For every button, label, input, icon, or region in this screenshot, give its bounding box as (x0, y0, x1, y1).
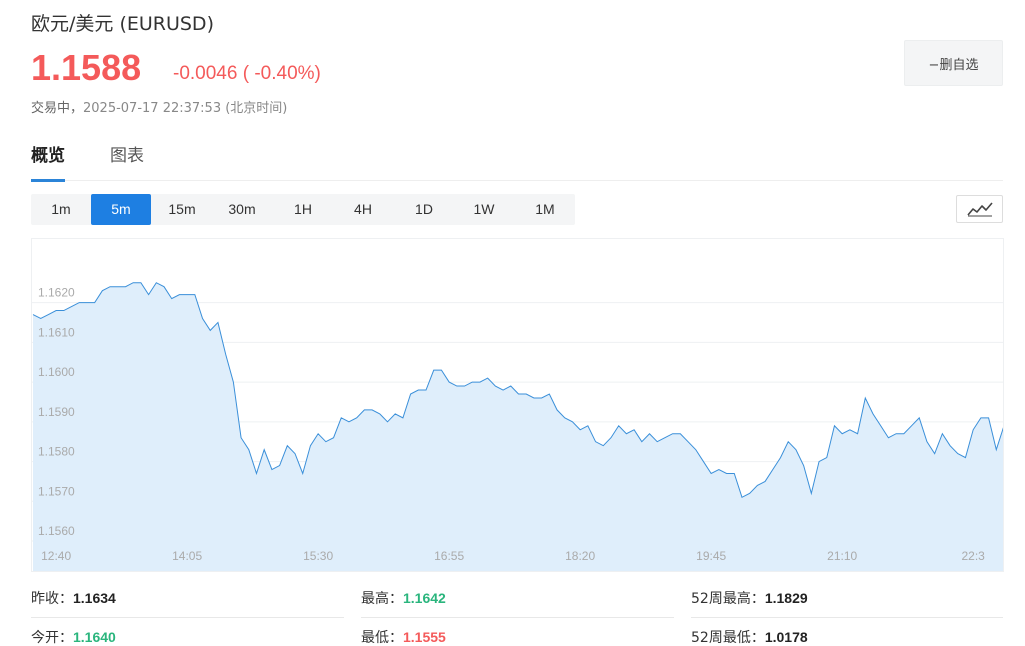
y-tick-label: 1.1560 (38, 524, 75, 538)
interval-selector: 1m 5m 15m 30m 1H 4H 1D 1W 1M (31, 194, 575, 225)
timestamp: 2025-07-17 22:37:53 (83, 101, 222, 116)
stat-52w-high: 52周最高：1.1829 (691, 580, 1003, 618)
status-text: 交易中， (31, 101, 84, 116)
interval-1d[interactable]: 1D (394, 194, 454, 225)
price-chart[interactable]: 1.1560 1.1570 1.1580 1.1590 1.1600 1.1610 1.16… (31, 238, 1004, 572)
line-chart-icon (966, 202, 993, 217)
stat-open: 今开：1.1640 (31, 619, 344, 646)
x-tick-label: 21:10 (827, 549, 857, 563)
stat-label: 最低： (361, 630, 403, 646)
stat-value: 1.1634 (73, 590, 116, 606)
stat-value: 1.1555 (403, 629, 446, 645)
y-tick-label: 1.1620 (38, 286, 75, 300)
y-tick-label: 1.1570 (38, 484, 75, 498)
x-tick-label: 12:40 (41, 549, 71, 563)
price-area-fill (33, 282, 1003, 571)
chart-type-button[interactable] (956, 195, 1003, 223)
stat-label: 52周最低： (691, 630, 765, 646)
y-tick-label: 1.1610 (38, 325, 75, 339)
tab-chart[interactable]: 图表 (110, 143, 144, 181)
x-tick-label: 15:30 (303, 549, 333, 563)
x-tick-label: 19:45 (696, 549, 726, 563)
tab-overview[interactable]: 概览 (31, 143, 65, 182)
remove-watchlist-button[interactable]: −删自选 (904, 40, 1003, 86)
x-tick-label: 22:3 (961, 549, 985, 563)
timezone-label: (北京时间) (225, 101, 288, 116)
y-tick-label: 1.1580 (38, 445, 75, 459)
interval-5m[interactable]: 5m (91, 194, 151, 225)
interval-1m[interactable]: 1m (31, 194, 91, 225)
x-tick-label: 14:05 (172, 549, 202, 563)
trading-status: 交易中，2025-07-17 22:37:53 (北京时间) (31, 97, 287, 116)
stat-label: 52周最高： (691, 591, 765, 607)
interval-30m[interactable]: 30m (212, 194, 272, 225)
x-tick-label: 18:20 (565, 549, 595, 563)
stat-52w-low: 52周最低：1.0178 (691, 619, 1003, 646)
interval-1w[interactable]: 1W (454, 194, 514, 225)
interval-15m[interactable]: 15m (152, 194, 212, 225)
last-price: 1.1588 (31, 47, 142, 88)
stat-value: 1.1829 (764, 590, 808, 606)
stat-value: 1.1640 (73, 629, 116, 645)
stat-high: 最高：1.1642 (361, 580, 674, 618)
y-tick-label: 1.1590 (38, 405, 75, 419)
y-tick-label: 1.1600 (38, 365, 75, 379)
stat-label: 今开： (31, 630, 73, 646)
price-change: -0.0046 ( -0.40%) (173, 63, 321, 84)
interval-1mo[interactable]: 1M (515, 194, 575, 225)
instrument-title: 欧元/美元 (EURUSD) (31, 13, 214, 35)
interval-1h[interactable]: 1H (273, 194, 333, 225)
stat-value: 1.1642 (403, 590, 446, 606)
stat-prev-close: 昨收：1.1634 (31, 580, 344, 618)
stat-label: 最高： (361, 591, 403, 607)
x-tick-label: 16:55 (434, 549, 464, 563)
stat-value: 1.0178 (764, 629, 808, 645)
interval-4h[interactable]: 4H (333, 194, 393, 225)
tab-bar: 概览 图表 (31, 143, 1003, 182)
stat-label: 昨收： (31, 591, 73, 607)
stat-low: 最低：1.1555 (361, 619, 674, 646)
